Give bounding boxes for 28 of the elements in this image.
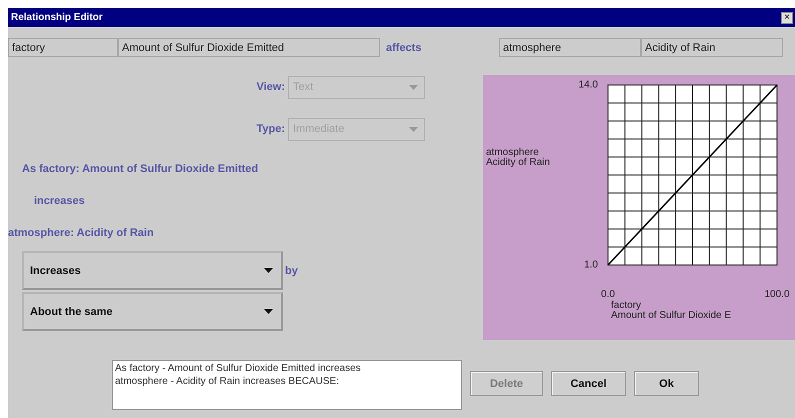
- caret-icon: [409, 126, 418, 132]
- caret-icon: [264, 309, 273, 314]
- y-axis-label: atmosphere Acidity of Rain: [486, 147, 550, 168]
- caret-icon: [409, 84, 418, 90]
- x-tick-label: 100.0: [764, 289, 790, 300]
- by-label: by: [285, 264, 298, 276]
- field-label: View:: [256, 81, 285, 93]
- target-entity-field[interactable]: atmosphere: [499, 38, 641, 57]
- y-tick-label: 1.0: [584, 260, 598, 270]
- caret-icon: [264, 268, 273, 273]
- description-text: As factory: Amount of Sulfur Dioxide Emitted: [22, 163, 258, 175]
- x-tick-label: 0.0: [601, 289, 615, 300]
- description-text: increases: [34, 195, 85, 207]
- description-text: atmosphere: Acidity of Rain: [8, 227, 154, 239]
- source-variable-field[interactable]: Amount of Sulfur Dioxide Emitted: [118, 38, 380, 57]
- x-axis-label: factory Amount of Sulfur Dioxide E: [611, 300, 732, 321]
- window-title: Relationship Editor: [11, 12, 103, 23]
- direction-dropdown[interactable]: Increases: [22, 251, 283, 290]
- dialog-button[interactable]: Cancel: [551, 371, 626, 396]
- source-entity-field[interactable]: factory: [8, 38, 118, 57]
- target-variable-field[interactable]: Acidity of Rain: [641, 38, 783, 57]
- reason-field[interactable]: As factory - Amount of Sulfur Dioxide Emitted increases atmosphere - Acidity of Rain increases BECAUSE:: [112, 360, 462, 410]
- close-button[interactable]: ×: [781, 12, 793, 24]
- dialog-button[interactable]: Ok: [634, 371, 699, 396]
- field-label: Type:: [256, 123, 285, 135]
- relation-label: affects: [386, 42, 422, 54]
- amount-dropdown[interactable]: About the same: [22, 292, 283, 331]
- y-tick-label: 14.0: [578, 80, 598, 90]
